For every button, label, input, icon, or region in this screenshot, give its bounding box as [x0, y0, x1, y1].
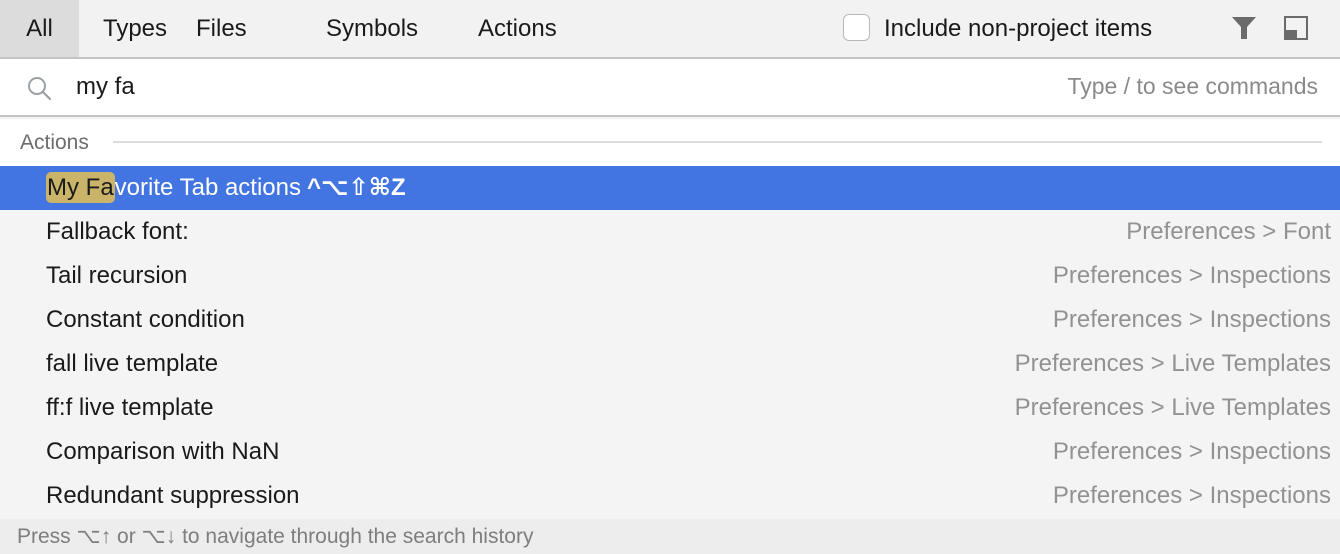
match-highlight: My Fa	[46, 172, 115, 203]
result-location: Preferences > Live Templates	[1014, 350, 1331, 377]
result-name: Fallback font:	[46, 218, 189, 245]
tab-files[interactable]: Files	[196, 0, 247, 57]
status-footer: Press ⌥↑ or ⌥↓ to navigate through the s…	[0, 519, 1340, 554]
search-hint: Type / to see commands	[1067, 73, 1318, 99]
results-list: My Favorite Tab actions ^⌥⇧⌘Z Fallback fo…	[0, 166, 1340, 518]
result-name: Constant condition	[46, 306, 245, 333]
result-row[interactable]: Comparison with NaN Preferences > Inspec…	[0, 430, 1340, 474]
result-name: ff:f live template	[46, 394, 214, 421]
section-label: Actions	[20, 131, 89, 154]
result-location: Preferences > Inspections	[1052, 262, 1331, 289]
include-non-project-label[interactable]: Include non-project items	[884, 0, 1152, 57]
include-non-project-checkbox[interactable]	[843, 14, 870, 41]
tab-types[interactable]: Types	[103, 0, 167, 57]
tab-bar: All Types Files Symbols Actions Include …	[0, 0, 1340, 59]
preview-panel-icon[interactable]	[1284, 16, 1308, 40]
search-icon	[28, 77, 52, 101]
tab-actions[interactable]: Actions	[478, 0, 557, 57]
shortcut-label: ^⌥⇧⌘Z	[307, 174, 406, 201]
result-row[interactable]: Redundant suppression Preferences > Insp…	[0, 474, 1340, 518]
result-location: Preferences > Live Templates	[1014, 394, 1331, 421]
result-location: Preferences > Font	[1126, 218, 1331, 245]
footer-hint: Press ⌥↑ or ⌥↓ to navigate through the s…	[17, 525, 534, 548]
result-name: My Favorite Tab actions ^⌥⇧⌘Z	[46, 166, 406, 210]
section-header-actions: Actions	[0, 119, 1340, 166]
section-divider	[113, 141, 1322, 143]
tab-all[interactable]: All	[0, 0, 79, 57]
result-location: Preferences > Inspections	[1052, 482, 1331, 509]
result-name: Tail recursion	[46, 262, 188, 289]
result-name: Redundant suppression	[46, 482, 300, 509]
result-name: fall live template	[46, 350, 219, 377]
result-row[interactable]: Constant condition Preferences > Inspect…	[0, 298, 1340, 342]
result-name-rest: vorite Tab actions	[114, 174, 301, 201]
result-row[interactable]: ff:f live template Preferences > Live Te…	[0, 386, 1340, 430]
result-location: Preferences > Inspections	[1052, 306, 1331, 333]
result-row[interactable]: Tail recursion Preferences > Inspections	[0, 254, 1340, 298]
result-location: Preferences > Inspections	[1052, 438, 1331, 465]
filter-icon[interactable]	[1231, 15, 1257, 41]
tab-symbols[interactable]: Symbols	[326, 0, 418, 57]
search-bar: Type / to see commands	[0, 59, 1340, 117]
result-row[interactable]: Fallback font: Preferences > Font	[0, 210, 1340, 254]
result-row[interactable]: My Favorite Tab actions ^⌥⇧⌘Z	[0, 166, 1340, 210]
result-row[interactable]: fall live template Preferences > Live Te…	[0, 342, 1340, 386]
search-input[interactable]	[76, 59, 976, 115]
result-name: Comparison with NaN	[46, 438, 280, 465]
